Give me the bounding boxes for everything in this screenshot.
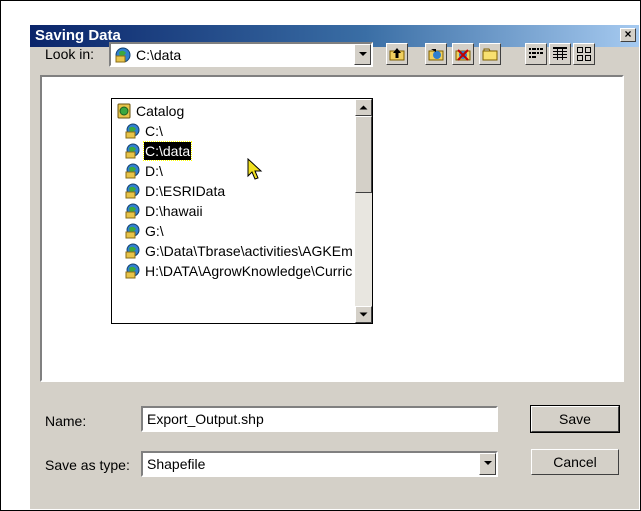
details-view-button[interactable]	[549, 43, 571, 65]
scroll-up-button[interactable]	[355, 99, 372, 116]
connect-folder-button[interactable]	[425, 43, 447, 65]
look-in-dropdown-list[interactable]: Catalog C:\ C:\data D:\ D:\ESRIData D:\hawaii…	[111, 98, 373, 324]
name-field[interactable]: Export_Output.shp	[141, 406, 498, 432]
connect-folder-icon	[428, 49, 444, 61]
list-view-button[interactable]	[525, 43, 547, 65]
dropdown-item-label: D:\ESRIData	[145, 183, 226, 199]
scroll-down-icon	[359, 312, 368, 317]
folder-connection-icon	[125, 163, 141, 179]
save-as-type-combo[interactable]: Shapefile	[141, 451, 498, 477]
dropdown-item-label: H:\DATA\AgrowKnowledge\Curric	[145, 263, 353, 279]
new-folder-button[interactable]	[479, 43, 501, 65]
look-in-dropdown-button[interactable]	[354, 44, 371, 65]
dropdown-scrollbar[interactable]	[355, 99, 372, 323]
dropdown-item-label: D:\hawaii	[145, 203, 203, 219]
save-button[interactable]: Save	[530, 405, 620, 433]
save-as-type-label: Save as type:	[45, 457, 130, 473]
disconnect-folder-button[interactable]	[452, 43, 474, 65]
folder-connection-icon	[125, 143, 141, 159]
folder-connection-icon	[125, 263, 141, 279]
mouse-pointer-icon	[247, 158, 263, 180]
dropdown-item-label: Catalog	[136, 103, 185, 119]
scroll-up-icon	[359, 105, 368, 110]
dropdown-item-label: C:\data	[142, 141, 193, 161]
disconnect-folder-icon	[455, 49, 471, 61]
folder-connection-icon	[125, 223, 141, 239]
name-label: Name:	[45, 413, 87, 429]
look-in-value: C:\data	[136, 47, 182, 63]
list-view-icon	[529, 48, 543, 58]
catalog-icon	[116, 103, 132, 119]
scroll-thumb[interactable]	[355, 116, 372, 193]
dialog-title: Saving Data	[35, 27, 121, 44]
cancel-button[interactable]: Cancel	[531, 449, 619, 475]
scroll-down-button[interactable]	[355, 306, 372, 323]
name-value: Export_Output.shp	[147, 411, 264, 427]
dropdown-item-label: C:\	[145, 123, 163, 139]
details-view-icon	[553, 47, 567, 60]
folder-connection-icon	[125, 203, 141, 219]
folder-connection-icon	[125, 183, 141, 199]
thumbnails-view-icon	[577, 47, 591, 61]
thumbnails-view-button[interactable]	[573, 43, 595, 65]
new-folder-icon	[482, 48, 498, 61]
close-button[interactable]: ×	[620, 28, 636, 42]
dropdown-item-label: D:\	[145, 163, 163, 179]
look-in-label: Look in:	[45, 46, 95, 62]
close-icon: ×	[624, 27, 632, 41]
dropdown-item-label: G:\	[145, 223, 164, 239]
folder-connection-icon	[125, 123, 141, 139]
up-one-level-icon	[389, 48, 405, 61]
look-in-folder-icon	[114, 46, 132, 67]
dropdown-item-label: G:\Data\Tbrase\activities\AGKEm	[145, 243, 353, 259]
folder-connection-icon	[125, 243, 141, 259]
look-in-combo[interactable]: C:\data	[109, 42, 373, 67]
save-as-type-dropdown-button[interactable]	[479, 453, 496, 475]
save-as-type-value: Shapefile	[147, 456, 206, 472]
up-one-level-button[interactable]	[386, 43, 408, 65]
